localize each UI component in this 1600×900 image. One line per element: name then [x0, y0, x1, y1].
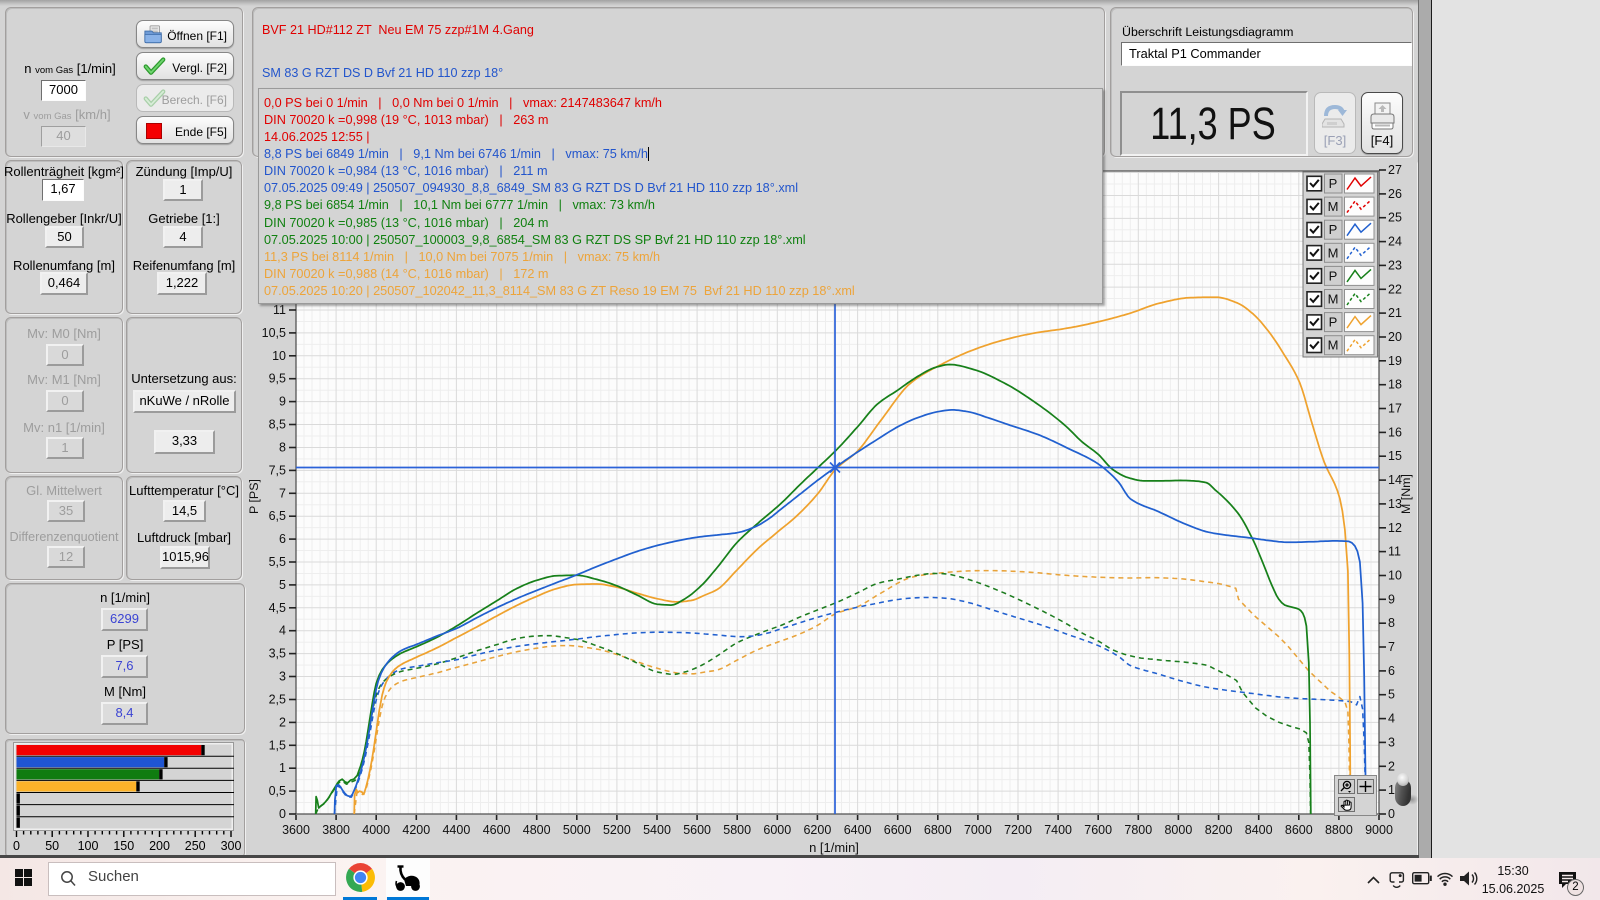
svg-text:21: 21 — [1388, 306, 1402, 320]
svg-text:6,5: 6,5 — [269, 509, 286, 523]
svg-text:100: 100 — [78, 839, 99, 853]
svg-text:7200: 7200 — [1004, 823, 1032, 837]
svg-text:6400: 6400 — [844, 823, 872, 837]
svg-text:5: 5 — [279, 578, 286, 592]
svg-text:11: 11 — [273, 303, 286, 317]
svg-text:P: P — [1329, 176, 1338, 191]
svg-text:0: 0 — [279, 807, 286, 821]
svg-text:M [Nm]: M [Nm] — [1399, 474, 1413, 514]
svg-text:7,5: 7,5 — [269, 463, 286, 477]
svg-text:6800: 6800 — [924, 823, 952, 837]
svg-text:200: 200 — [149, 839, 170, 853]
svg-text:7400: 7400 — [1044, 823, 1072, 837]
svg-text:250: 250 — [185, 839, 206, 853]
svg-text:3: 3 — [279, 670, 286, 684]
svg-text:6: 6 — [1388, 664, 1395, 678]
svg-text:7: 7 — [279, 486, 286, 500]
svg-text:8,5: 8,5 — [269, 418, 286, 432]
svg-text:5400: 5400 — [643, 823, 671, 837]
svg-text:4: 4 — [1388, 712, 1395, 726]
svg-text:4,5: 4,5 — [269, 601, 286, 615]
svg-text:50: 50 — [45, 839, 59, 853]
svg-text:3600: 3600 — [282, 823, 310, 837]
svg-text:17: 17 — [1388, 402, 1402, 416]
svg-text:8: 8 — [1388, 616, 1395, 630]
svg-text:M: M — [1328, 199, 1339, 214]
svg-text:2,5: 2,5 — [269, 693, 286, 707]
svg-text:M: M — [1328, 292, 1339, 307]
svg-text:5800: 5800 — [723, 823, 751, 837]
svg-text:10,5: 10,5 — [262, 326, 286, 340]
svg-text:22: 22 — [1388, 282, 1402, 296]
svg-text:5200: 5200 — [603, 823, 631, 837]
svg-text:4400: 4400 — [442, 823, 470, 837]
svg-text:5,5: 5,5 — [269, 555, 286, 569]
svg-text:9000: 9000 — [1365, 823, 1393, 837]
svg-text:15: 15 — [1388, 449, 1402, 463]
svg-text:12: 12 — [1388, 521, 1402, 535]
svg-text:7600: 7600 — [1084, 823, 1112, 837]
svg-text:3800: 3800 — [322, 823, 350, 837]
svg-text:10: 10 — [1388, 569, 1402, 583]
svg-text:8600: 8600 — [1285, 823, 1313, 837]
svg-text:P: P — [1329, 268, 1338, 283]
svg-text:18: 18 — [1388, 378, 1402, 392]
svg-text:6200: 6200 — [803, 823, 831, 837]
svg-text:19: 19 — [1388, 354, 1402, 368]
svg-text:0: 0 — [13, 839, 20, 853]
svg-text:16: 16 — [1388, 425, 1402, 439]
svg-text:25: 25 — [1388, 211, 1402, 225]
svg-text:7800: 7800 — [1124, 823, 1152, 837]
svg-text:4800: 4800 — [523, 823, 551, 837]
svg-text:8000: 8000 — [1164, 823, 1192, 837]
svg-text:9: 9 — [1388, 592, 1395, 606]
svg-text:10: 10 — [272, 349, 286, 363]
svg-text:6600: 6600 — [884, 823, 912, 837]
svg-text:4200: 4200 — [402, 823, 430, 837]
svg-text:11: 11 — [1388, 545, 1401, 559]
svg-text:5: 5 — [1388, 688, 1395, 702]
svg-text:1: 1 — [279, 761, 286, 775]
svg-text:0,5: 0,5 — [269, 784, 286, 798]
svg-text:2: 2 — [279, 715, 286, 729]
svg-text:7: 7 — [1388, 640, 1395, 654]
svg-text:4000: 4000 — [362, 823, 390, 837]
svg-text:6: 6 — [279, 532, 286, 546]
svg-text:9,5: 9,5 — [269, 372, 286, 386]
svg-text:4: 4 — [279, 624, 286, 638]
svg-text:P: P — [1329, 315, 1338, 330]
svg-text:3,5: 3,5 — [269, 647, 286, 661]
svg-text:24: 24 — [1388, 235, 1402, 249]
svg-text:23: 23 — [1388, 258, 1402, 272]
svg-text:150: 150 — [113, 839, 134, 853]
svg-text:3: 3 — [1388, 735, 1395, 749]
svg-text:9: 9 — [279, 395, 286, 409]
svg-text:5000: 5000 — [563, 823, 591, 837]
svg-text:P [PS]: P [PS] — [248, 479, 261, 514]
svg-text:5600: 5600 — [683, 823, 711, 837]
svg-text:26: 26 — [1388, 187, 1402, 201]
svg-text:n [1/min]: n [1/min] — [809, 840, 859, 855]
svg-text:4600: 4600 — [483, 823, 511, 837]
svg-text:8: 8 — [279, 441, 286, 455]
svg-text:8800: 8800 — [1325, 823, 1353, 837]
svg-text:8400: 8400 — [1245, 823, 1273, 837]
svg-text:1,5: 1,5 — [269, 738, 286, 752]
svg-text:M: M — [1328, 338, 1339, 353]
svg-text:8200: 8200 — [1205, 823, 1233, 837]
svg-text:27: 27 — [1388, 163, 1402, 177]
svg-text:M: M — [1328, 245, 1339, 260]
svg-text:P: P — [1329, 222, 1338, 237]
svg-text:20: 20 — [1388, 330, 1402, 344]
svg-text:6000: 6000 — [763, 823, 791, 837]
svg-text:300: 300 — [221, 839, 241, 853]
svg-text:7000: 7000 — [964, 823, 992, 837]
